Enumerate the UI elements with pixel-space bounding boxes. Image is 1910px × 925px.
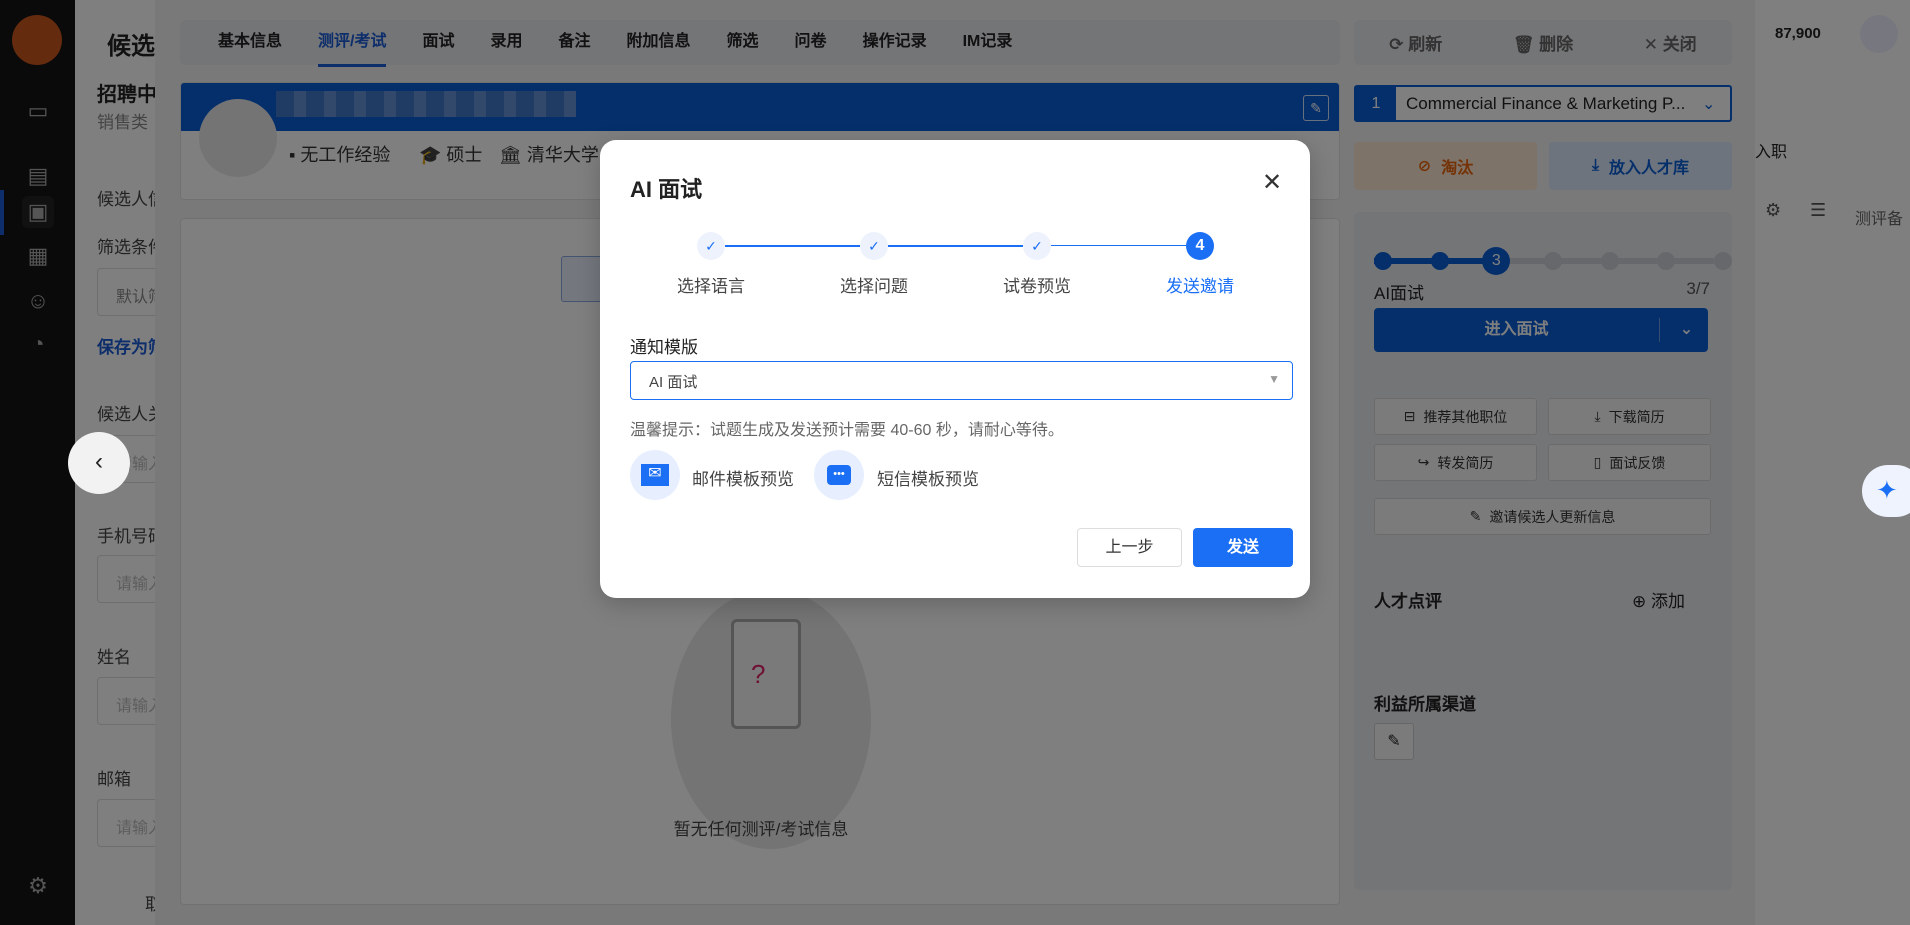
ai-sparkle-button[interactable]: ✦ [1862,465,1910,517]
close-icon[interactable]: ✕ [1262,168,1282,197]
chat-icon[interactable]: ••• [814,450,864,500]
mail-icon[interactable]: ✉ [630,450,680,500]
caret-down-icon: ▼ [1268,372,1280,386]
step-done-check-icon: ✓ [1023,232,1051,260]
step-done-check-icon: ✓ [697,232,725,260]
step-connector [888,245,1023,247]
ai-interview-modal: AI 面试 ✕ ✓ ✓ ✓ 4 选择语言 选择问题 试卷预览 发送邀请 通知模版… [600,140,1310,598]
template-value: AI 面试 [649,374,698,391]
step-connector [1051,245,1186,246]
step-current: 4 [1186,232,1214,260]
email-preview-link[interactable]: 邮件模板预览 [692,465,794,490]
template-label: 通知模版 [630,338,698,357]
template-select[interactable]: AI 面试 ▼ [630,361,1293,400]
step-label-active: 发送邀请 [1166,277,1234,296]
modal-title: AI 面试 [630,177,703,202]
sms-preview-link[interactable]: 短信模板预览 [877,465,979,490]
step-label: 试卷预览 [1003,277,1071,296]
prev-step-button[interactable]: 上一步 [1077,528,1182,567]
send-button[interactable]: 发送 [1193,528,1293,567]
collapse-button[interactable]: ‹ [68,432,130,494]
step-label: 选择问题 [840,277,908,296]
step-label: 选择语言 [677,277,745,296]
step-connector [725,245,860,247]
hint-text: 温馨提示：试题生成及发送预计需要 40-60 秒，请耐心等待。 [630,422,1064,439]
step-done-check-icon: ✓ [860,232,888,260]
